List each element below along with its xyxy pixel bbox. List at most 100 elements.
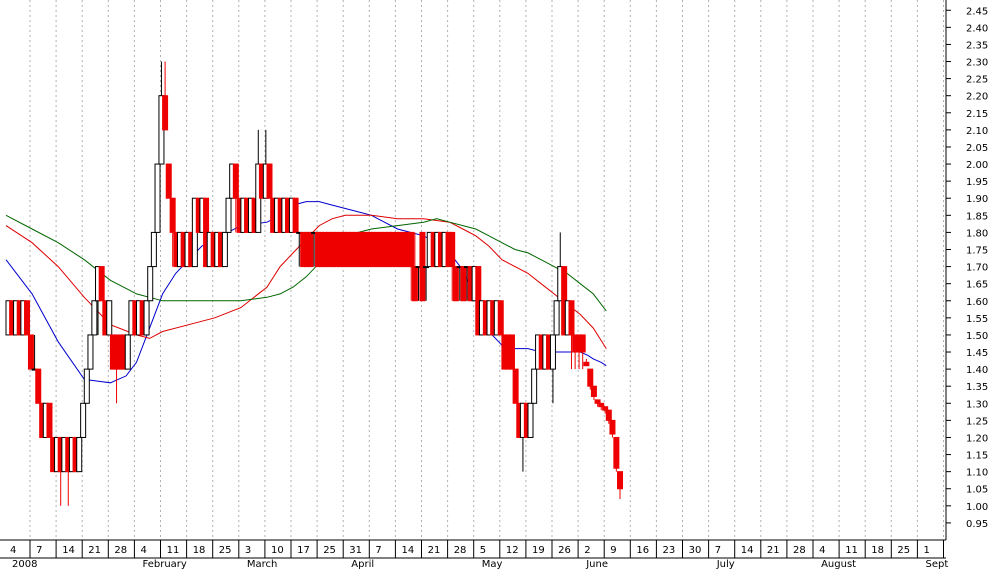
price-bar-body	[24, 300, 31, 336]
price-bar-body	[98, 266, 105, 302]
price-bar	[527, 402, 534, 438]
price-bar-body	[594, 399, 601, 404]
y-tick-label: 0.95	[966, 519, 988, 530]
price-bar-body	[221, 231, 228, 268]
month-label: June	[585, 559, 608, 569]
price-bar-body	[609, 419, 616, 435]
price-bar-body	[613, 436, 620, 469]
price-bar-body	[162, 95, 169, 131]
price-bar-body	[508, 334, 515, 370]
price-bar-body	[87, 334, 94, 370]
y-tick-label: 1.60	[966, 297, 988, 308]
y-tick-label: 1.95	[966, 177, 988, 188]
price-bar-body	[449, 231, 456, 268]
x-tick-label: 4	[819, 545, 825, 556]
price-bar-body	[568, 300, 575, 336]
price-bar	[147, 266, 154, 302]
price-bar-body	[553, 300, 560, 336]
y-tick-label: 1.70	[966, 263, 988, 274]
x-tick-label: 18	[871, 545, 884, 556]
price-bar	[225, 197, 232, 233]
x-tick-label: 28	[114, 545, 127, 556]
y-tick-label: 2.15	[966, 109, 988, 120]
price-bar-body	[497, 300, 504, 336]
x-tick-label: 31	[349, 545, 362, 556]
x-tick-label: 2	[584, 545, 590, 556]
y-tick-label: 1.10	[966, 468, 988, 479]
x-tick-label: 14	[402, 545, 415, 556]
price-bar-body	[605, 409, 612, 421]
x-tick-label: 28	[454, 545, 467, 556]
price-bar	[549, 334, 556, 404]
x-tick-label: 7	[375, 545, 381, 556]
x-tick-label: 12	[506, 545, 519, 556]
y-tick-label: 2.35	[966, 40, 988, 51]
y-tick-label: 1.00	[966, 502, 988, 513]
x-tick-label: 4	[10, 545, 16, 556]
x-tick-label: 25	[897, 545, 910, 556]
price-bar	[460, 266, 467, 302]
price-bar	[80, 402, 87, 438]
x-tick-label: 28	[793, 545, 806, 556]
price-bar	[143, 300, 150, 336]
price-bar-body	[590, 385, 597, 397]
y-tick-label: 1.40	[966, 365, 988, 376]
price-bar	[508, 334, 515, 370]
y-tick-label: 1.85	[966, 211, 988, 222]
price-bar-body	[307, 231, 314, 268]
x-tick-label: 18	[193, 545, 206, 556]
price-bar-body	[579, 334, 586, 353]
price-bar-body	[602, 406, 609, 411]
price-bar	[221, 231, 228, 268]
x-tick-label: 10	[271, 545, 284, 556]
price-bar-body	[549, 334, 556, 370]
y-tick-label: 1.20	[966, 433, 988, 444]
y-tick-label: 2.00	[966, 160, 988, 171]
price-bar	[613, 436, 620, 472]
y-tick-label: 2.25	[966, 75, 988, 86]
x-axis-ticks: 4 7 14 21 28 4 11 18 25 3 10 17 25 31 7 14 21 28 5 12 19 26 2 9…	[10, 540, 948, 570]
x-tick-label: 3	[245, 545, 251, 556]
price-bar-body	[46, 402, 53, 438]
x-tick-label: 19	[532, 545, 545, 556]
y-tick-label: 1.80	[966, 228, 988, 239]
x-tick-label: 21	[767, 545, 780, 556]
price-bar	[292, 197, 299, 233]
x-tick-label: 7	[36, 545, 42, 556]
grid-lines	[29, 0, 944, 540]
price-bar	[87, 334, 94, 370]
price-bar-body	[169, 197, 176, 233]
y-tick-label: 1.25	[966, 416, 988, 427]
y-tick-label: 1.05	[966, 485, 988, 496]
month-label: April	[351, 559, 374, 569]
price-bar	[583, 358, 590, 367]
month-label: August	[821, 559, 856, 569]
x-tick-label: 7	[715, 545, 721, 556]
y-axis-ticks: 0.95 1.00 1.05 1.10 1.15 1.20 1.25 1.30 1.35 1.40…	[946, 6, 988, 530]
month-label: May	[482, 559, 503, 569]
price-bar	[76, 436, 83, 473]
chart-canvas: 0.95 1.00 1.05 1.10 1.15 1.20 1.25 1.30 1.35 1.40…	[0, 0, 988, 570]
price-bar	[27, 334, 34, 370]
price-bar-body	[91, 300, 98, 336]
month-label: March	[247, 559, 277, 569]
x-tick-label: 30	[689, 545, 702, 556]
price-bar	[307, 231, 314, 268]
x-tick-label: 9	[610, 545, 616, 556]
price-bar-body	[106, 300, 113, 336]
y-tick-label: 1.75	[966, 245, 988, 256]
price-bar	[106, 300, 113, 336]
price-bar-body	[292, 197, 299, 233]
price-bar	[154, 163, 161, 233]
x-tick-label: 25	[323, 545, 336, 556]
y-tick-label: 1.15	[966, 451, 988, 462]
month-label: July	[716, 559, 735, 569]
price-bar-body	[225, 197, 232, 233]
price-bar-body	[460, 266, 467, 302]
x-tick-label: 16	[636, 545, 649, 556]
y-tick-label: 1.50	[966, 331, 988, 342]
x-tick-label: 14	[62, 545, 75, 556]
x-tick-label: 17	[297, 545, 310, 556]
x-tick-label: 4	[141, 545, 147, 556]
x-tick-label: 21	[88, 545, 101, 556]
